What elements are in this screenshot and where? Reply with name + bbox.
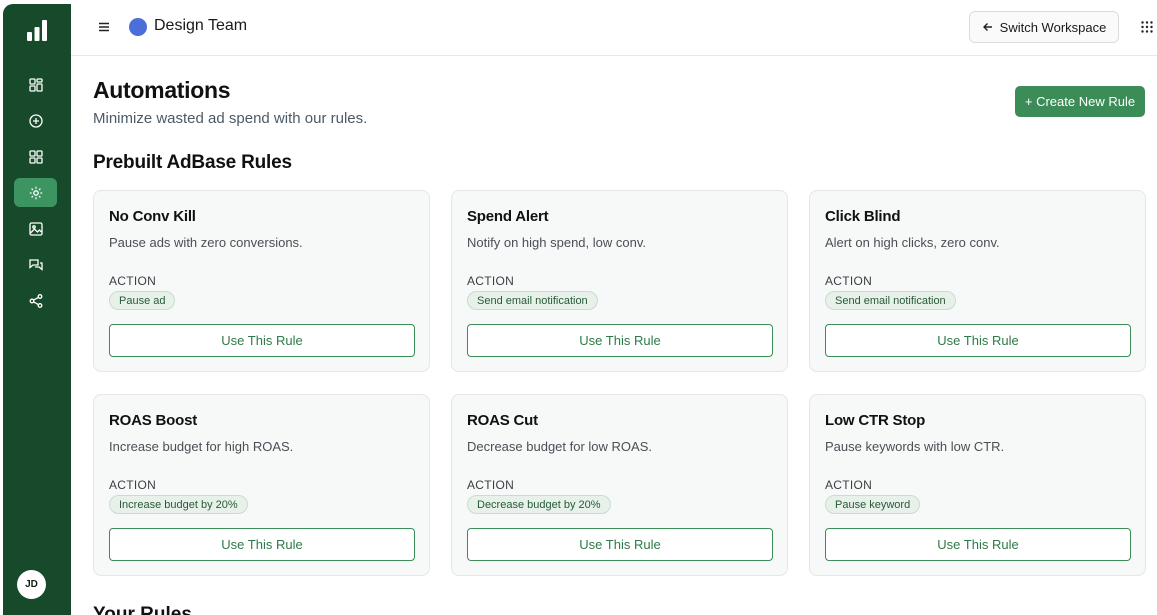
grid-icon (28, 149, 43, 164)
bar-chart-logo[interactable] (25, 18, 49, 42)
rule-card: Spend Alert Notify on high spend, low con… (451, 190, 788, 372)
rule-action-badge: Decrease budget by 20% (467, 495, 611, 514)
rule-action-badge: Send email notification (825, 291, 956, 310)
rule-card: Low CTR Stop Pause keywords with low CTR.… (809, 394, 1146, 576)
rule-card-action-label: ACTION (825, 274, 873, 288)
rule-card: Click Blind Alert on high clicks, zero co… (809, 190, 1146, 372)
use-this-rule-button[interactable]: Use This Rule (467, 324, 773, 357)
plus-circle-icon (28, 113, 43, 128)
image-icon (28, 221, 43, 236)
rule-card-action-label: ACTION (109, 274, 157, 288)
rule-action-badge: Send email notification (467, 291, 598, 310)
apps-grid-icon[interactable] (1140, 20, 1154, 34)
rule-action-badge: Increase budget by 20% (109, 495, 248, 514)
use-this-rule-button[interactable]: Use This Rule (825, 324, 1131, 357)
rule-card: No Conv Kill Pause ads with zero conversi… (93, 190, 430, 372)
rule-card-title: Spend Alert (467, 208, 549, 225)
nav-share[interactable] (14, 286, 57, 315)
rule-card-title: Low CTR Stop (825, 412, 926, 429)
rule-card-description: Pause keywords with low CTR. (825, 439, 1005, 454)
nav-dashboard[interactable] (14, 70, 57, 99)
rule-action-badge: Pause keyword (825, 495, 921, 514)
rule-card: ROAS Cut Decrease budget for low ROAS. ACT… (451, 394, 788, 576)
rule-card-description: Increase budget for high ROAS. (109, 439, 294, 454)
section-title: Prebuilt AdBase Rules (93, 152, 292, 173)
team-name[interactable]: Design Team (154, 17, 247, 35)
rule-card-title: No Conv Kill (109, 208, 196, 225)
team-avatar-dot (129, 18, 147, 36)
use-this-rule-button[interactable]: Use This Rule (467, 528, 773, 561)
your-rules-section-title: Your Rules (93, 604, 192, 615)
use-this-rule-button[interactable]: Use This Rule (109, 324, 415, 357)
create-new-rule-button[interactable]: + Create New Rule (1015, 86, 1145, 117)
nav-grid[interactable] (14, 142, 57, 171)
share-icon (29, 293, 42, 308)
page-title: Automations (93, 77, 231, 103)
use-this-rule-button[interactable]: Use This Rule (109, 528, 415, 561)
switch-workspace-button[interactable]: Switch Workspace (969, 11, 1119, 43)
page-subtitle: Minimize wasted ad spend with our rules. (93, 110, 368, 127)
rule-card: ROAS Boost Increase budget for high ROAS.… (93, 394, 430, 576)
rule-card-description: Alert on high clicks, zero conv. (825, 235, 1000, 250)
rule-card-action-label: ACTION (109, 478, 157, 492)
rule-card-action-label: ACTION (825, 478, 873, 492)
nav-messages[interactable] (14, 250, 57, 279)
rule-card-description: Pause ads with zero conversions. (109, 235, 303, 250)
rule-card-description: Notify on high spend, low conv. (467, 235, 646, 250)
rule-card-title: ROAS Cut (467, 412, 538, 429)
top-bar: Design Team Switch Workspace (71, 0, 1157, 56)
sidebar: JD (3, 4, 71, 615)
rule-card-action-label: ACTION (467, 478, 515, 492)
nav-media[interactable] (14, 214, 57, 243)
rule-card-title: Click Blind (825, 208, 901, 225)
chat-icon (28, 258, 43, 271)
dashboard-icon (28, 77, 43, 92)
rule-card-title: ROAS Boost (109, 412, 198, 429)
rule-card-action-label: ACTION (467, 274, 515, 288)
rule-action-badge: Pause ad (109, 291, 176, 310)
switch-workspace-label: Switch Workspace (999, 19, 1107, 35)
use-this-rule-button[interactable]: Use This Rule (825, 528, 1131, 561)
rule-card-description: Decrease budget for low ROAS. (467, 439, 652, 454)
nav-create[interactable] (14, 106, 57, 135)
hamburger-menu-icon[interactable] (97, 20, 111, 34)
arrow-left-icon (982, 23, 992, 31)
gear-icon (29, 186, 42, 199)
nav-automations[interactable] (14, 178, 57, 207)
avatar[interactable]: JD (17, 570, 46, 599)
